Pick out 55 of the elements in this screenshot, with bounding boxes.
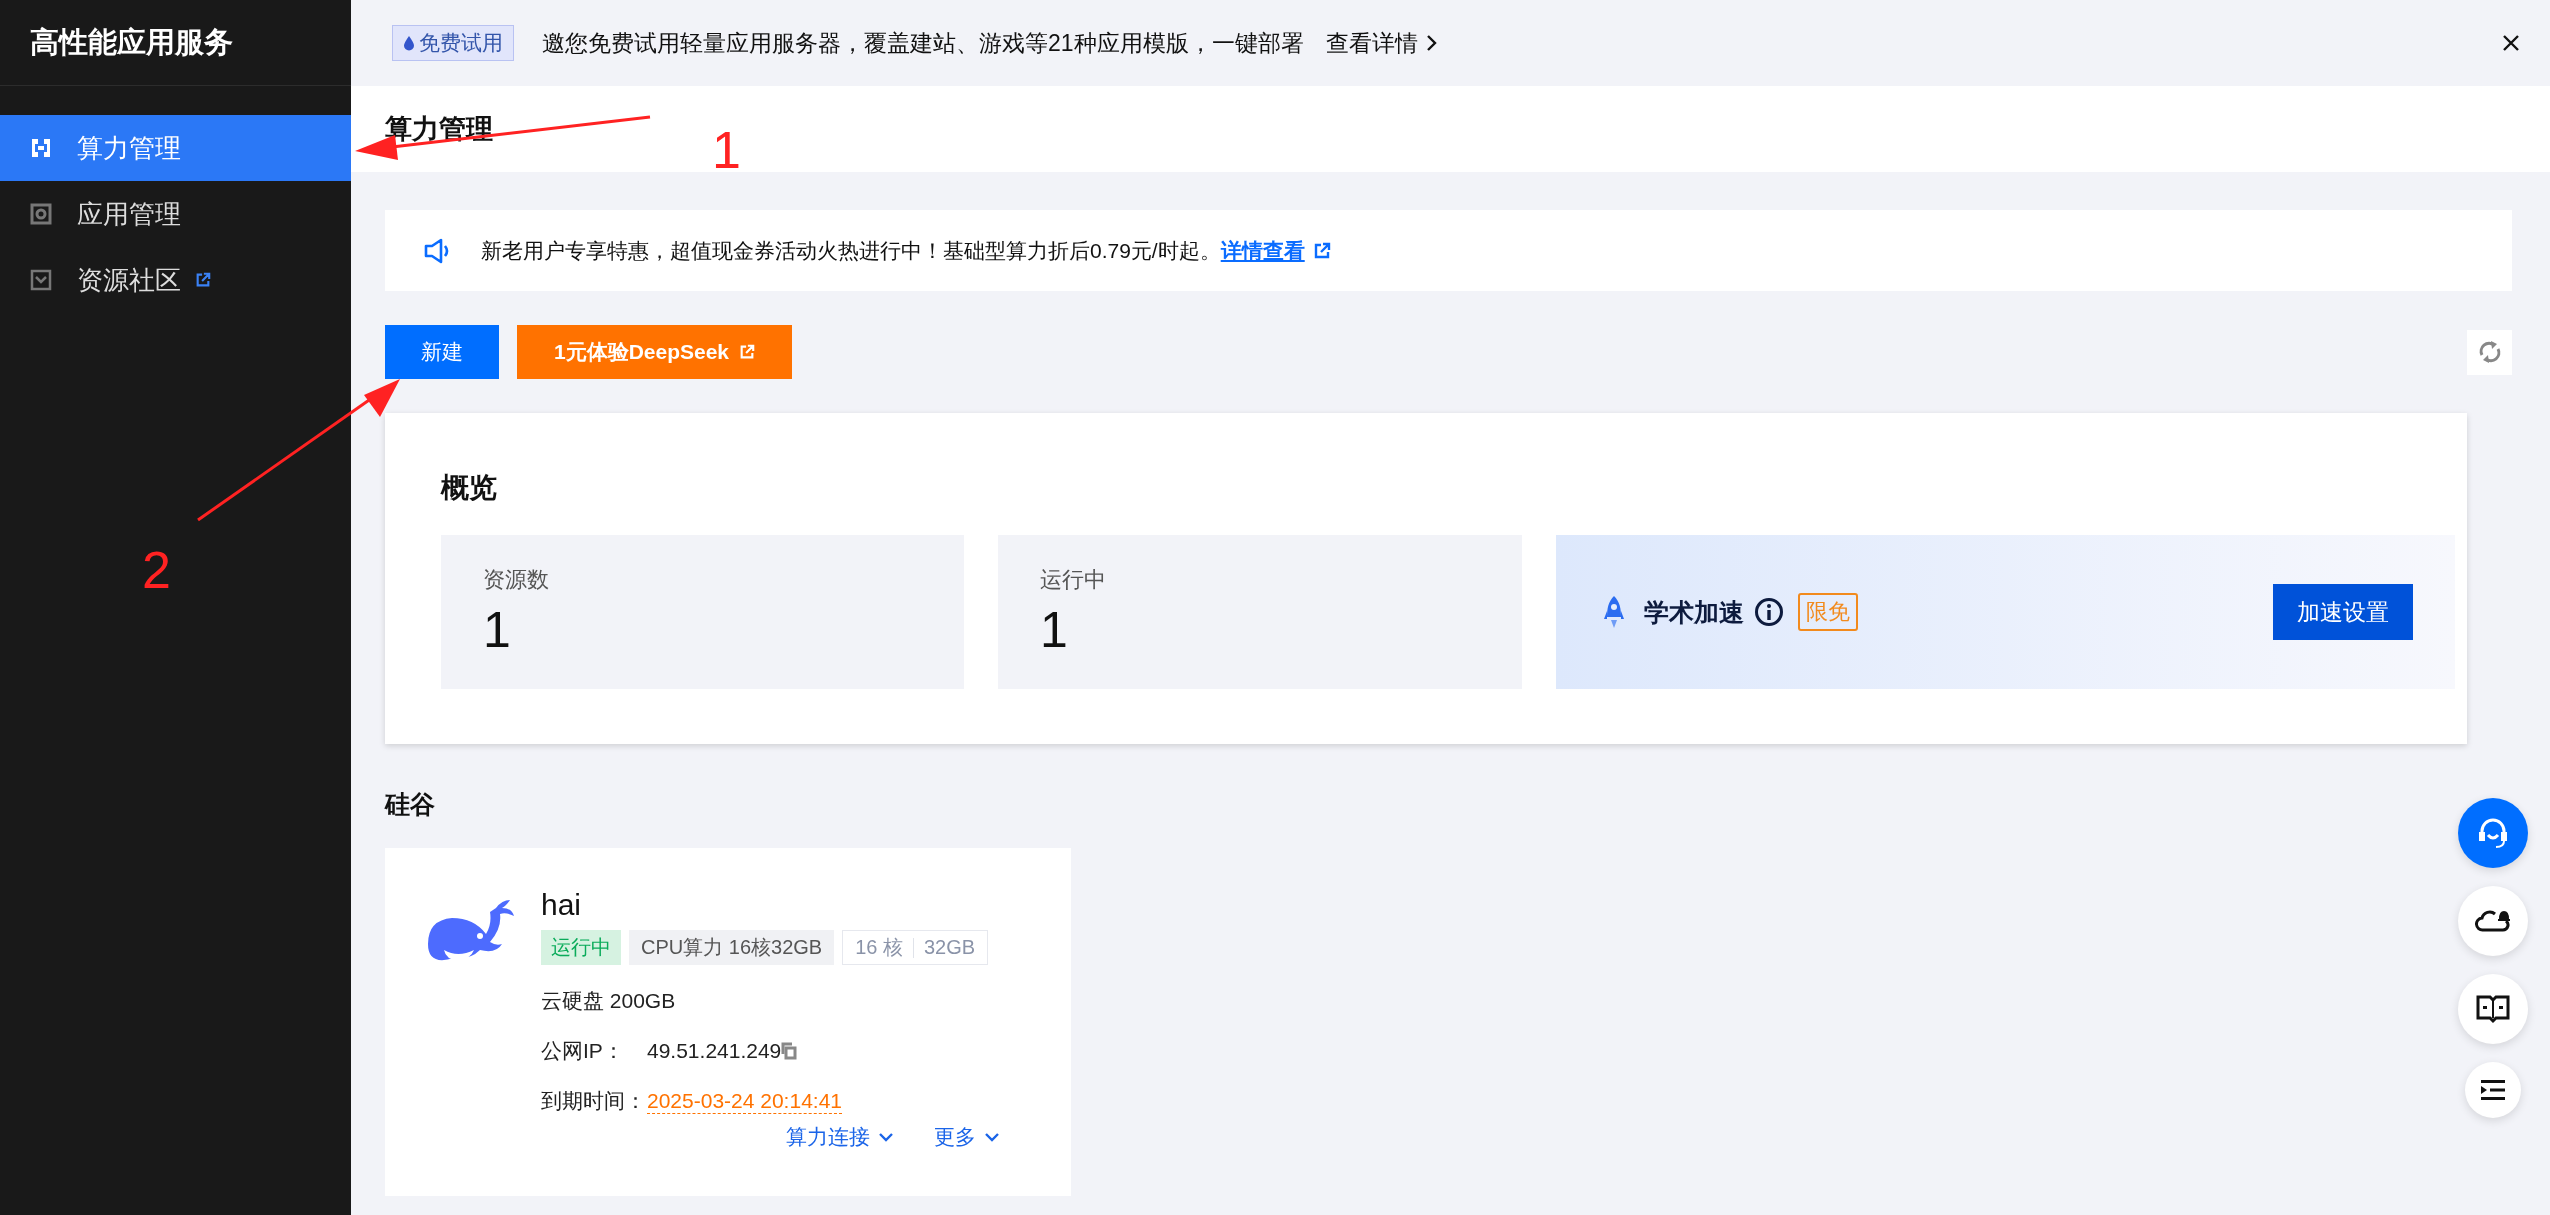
refresh-icon — [2477, 338, 2502, 366]
compute-icon — [30, 137, 52, 159]
refresh-button[interactable] — [2467, 329, 2512, 375]
field-label: 公网IP： — [541, 1038, 625, 1064]
create-button[interactable]: 新建 — [385, 325, 499, 379]
limited-free-badge: 限免 — [1798, 593, 1858, 631]
disk-info: 云硬盘 200GB — [541, 988, 677, 1014]
stat-label: 运行中 — [1040, 566, 1107, 594]
instance-name: hai — [541, 888, 583, 922]
drop-icon — [403, 35, 415, 51]
app-title: 高性能应用服务 — [30, 24, 233, 60]
view-details-link[interactable]: 查看详情 — [1325, 27, 1418, 59]
deepseek-trial-button[interactable]: 1元体验DeepSeek — [517, 325, 792, 379]
dropdown-link[interactable]: 算力连接 — [786, 1123, 894, 1151]
badge-label: 免费试用 — [419, 30, 503, 56]
acceleration-settings-button[interactable]: 加速设置 — [2273, 584, 2413, 640]
chevron-down-icon — [878, 1131, 894, 1143]
promo-text: 邀您免费试用轻量应用服务器，覆盖建站、游戏等21种应用模版，一键部署 — [542, 28, 1304, 58]
region-title: 硅谷 — [385, 789, 436, 820]
notice-text: 新老用户专享特惠，超值现金券活动火热进行中！基础型算力折后0.79元/时起。 — [481, 237, 1221, 264]
dropdown-link[interactable]: 更多 — [934, 1123, 1000, 1151]
chevron-right-icon — [1425, 34, 1438, 52]
stat-value: 1 — [483, 601, 512, 659]
sidebar-item[interactable]: 应用管理 — [0, 181, 351, 247]
speaker-icon — [423, 237, 451, 264]
nav-label: 算力管理 — [77, 131, 181, 165]
headset-icon — [2476, 816, 2510, 850]
expiry-time: 2025-03-24 20:14:41 — [647, 1088, 842, 1114]
stat-label: 资源数 — [483, 566, 550, 594]
copy-icon[interactable] — [781, 1042, 798, 1060]
sidebar-item[interactable]: 资源社区 — [0, 247, 351, 313]
ip-address: 49.51.241.249 — [647, 1039, 782, 1063]
list-indent-icon — [2480, 1079, 2506, 1101]
inbox-icon — [30, 269, 52, 291]
annotation-number: 1 — [712, 124, 741, 176]
external-link-icon — [1312, 241, 1331, 260]
field-label: 到期时间： — [541, 1088, 647, 1114]
spec-value: 16 核 — [855, 935, 903, 960]
close-icon[interactable] — [2502, 34, 2520, 52]
stat-value: 1 — [1040, 601, 1069, 659]
spec-tag: CPU算力 16核32GB — [629, 930, 835, 965]
book-icon — [2476, 994, 2510, 1024]
chevron-down-icon — [984, 1131, 1000, 1143]
academic-acceleration-title: 学术加速 — [1644, 596, 1744, 628]
nav-label: 应用管理 — [77, 197, 181, 231]
spec-value: 32GB — [924, 936, 976, 959]
section-title: 概览 — [441, 471, 498, 505]
sidebar-item[interactable]: 算力管理 — [0, 115, 351, 181]
nav-label: 资源社区 — [77, 263, 181, 297]
status-tag: 运行中 — [541, 930, 621, 965]
app-icon — [30, 203, 52, 225]
info-icon[interactable] — [1754, 597, 1784, 627]
details-link[interactable]: 详情查看 — [1220, 236, 1305, 265]
annotation-number: 2 — [142, 544, 171, 596]
rocket-icon — [1604, 595, 1624, 629]
